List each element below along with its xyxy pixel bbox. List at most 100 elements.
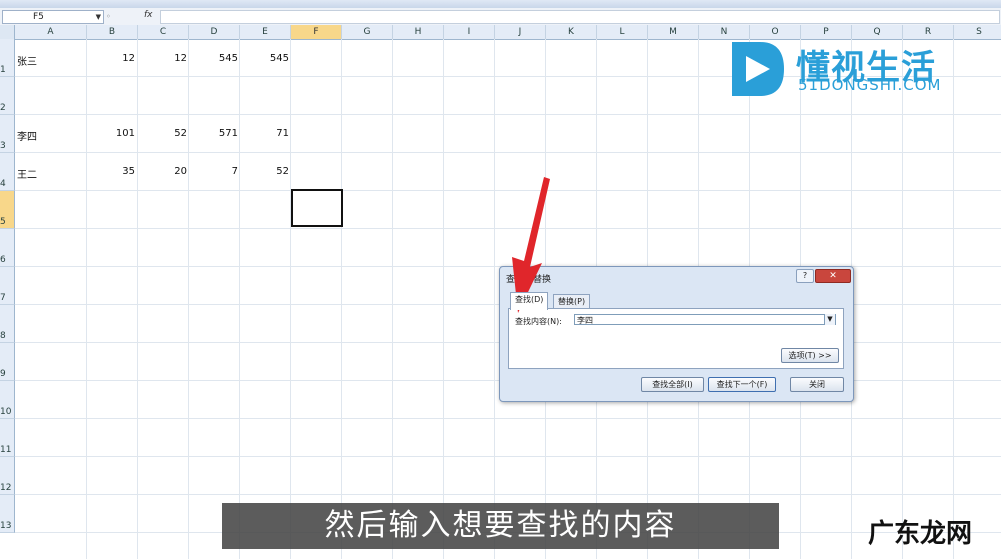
column-gridline (341, 39, 342, 559)
find-panel: 查找内容(N): 李四 ▼ 选项(T) >> (508, 308, 844, 369)
close-button[interactable]: 关闭 (790, 377, 844, 392)
row-gridline (15, 114, 1001, 115)
row-number: 9 (0, 369, 6, 379)
column-gridline (443, 39, 444, 559)
row-number: 8 (0, 331, 6, 341)
find-what-input[interactable]: 李四 ▼ (574, 314, 836, 325)
corner-brand: 广东龙网 (868, 519, 973, 549)
column-gridline (494, 39, 495, 559)
column-header-n[interactable]: N (699, 25, 750, 39)
row-number: 7 (0, 293, 6, 303)
tab-find[interactable]: 查找(D) (510, 292, 549, 310)
row-header-9[interactable]: 9 (0, 343, 15, 381)
cell-a4[interactable]: 王二 (17, 166, 37, 181)
row-number: 11 (0, 445, 12, 455)
row-number: 1 (0, 65, 6, 75)
column-header-p[interactable]: P (801, 25, 852, 39)
row-header-7[interactable]: 7 (0, 267, 15, 305)
cell-d3[interactable]: 571 (190, 128, 238, 139)
row-number: 4 (0, 179, 6, 189)
cell-c3[interactable]: 52 (139, 128, 187, 139)
column-gridline (86, 39, 87, 559)
cell-e3[interactable]: 71 (241, 128, 289, 139)
row-header-1[interactable]: 1 (0, 39, 15, 77)
column-header-c[interactable]: C (138, 25, 189, 39)
cell-b4[interactable]: 35 (87, 166, 135, 177)
row-gridline (15, 152, 1001, 153)
column-header-d[interactable]: D (189, 25, 240, 39)
chevron-down-icon[interactable]: ▼ (96, 11, 101, 23)
row-header-3[interactable]: 3 (0, 115, 15, 153)
find-what-value: 李四 (577, 316, 593, 325)
row-header-11[interactable]: 11 (0, 419, 15, 457)
row-gridline (15, 494, 1001, 495)
column-header-o[interactable]: O (750, 25, 801, 39)
row-gridline (15, 456, 1001, 457)
column-header-g[interactable]: G (342, 25, 393, 39)
column-header-l[interactable]: L (597, 25, 648, 39)
options-button[interactable]: 选项(T) >> (781, 348, 839, 363)
column-header-s[interactable]: S (954, 25, 1001, 39)
cell-b3[interactable]: 101 (87, 128, 135, 139)
row-header-4[interactable]: 4 (0, 153, 15, 191)
close-icon[interactable]: ✕ (815, 269, 851, 283)
column-header-e[interactable]: E (240, 25, 291, 39)
row-header-12[interactable]: 12 (0, 457, 15, 495)
column-header-k[interactable]: K (546, 25, 597, 39)
name-box-value: F5 (33, 12, 44, 22)
row-header-13[interactable]: 13 (0, 495, 15, 533)
row-header-10[interactable]: 10 (0, 381, 15, 419)
cell-e4[interactable]: 52 (241, 166, 289, 177)
find-what-label: 查找内容(N): (515, 317, 562, 326)
cell-a3[interactable]: 李四 (17, 128, 37, 143)
row-number: 12 (0, 483, 12, 493)
row-header-6[interactable]: 6 (0, 229, 15, 267)
select-all-corner[interactable] (0, 25, 15, 39)
column-header-a[interactable]: A (15, 25, 87, 39)
row-header-8[interactable]: 8 (0, 305, 15, 343)
row-header-5[interactable]: 5 (0, 191, 15, 229)
column-gridline (290, 39, 291, 559)
help-button[interactable]: ? (796, 269, 814, 283)
logo-subtitle: 51DONGSHI.COM (798, 76, 942, 94)
row-number: 10 (0, 407, 12, 417)
find-next-button[interactable]: 查找下一个(F) (708, 377, 776, 392)
row-number: 6 (0, 255, 6, 265)
row-header-2[interactable]: 2 (0, 77, 15, 115)
chevron-down-icon[interactable]: ▼ (824, 314, 835, 325)
column-gridline (953, 39, 954, 559)
row-number: 3 (0, 141, 6, 151)
insert-function-icon[interactable]: fx (144, 10, 153, 20)
column-header-b[interactable]: B (87, 25, 138, 39)
cell-d4[interactable]: 7 (190, 166, 238, 177)
column-header-f[interactable]: F (291, 25, 342, 39)
column-header-r[interactable]: R (903, 25, 954, 39)
cell-c4[interactable]: 20 (139, 166, 187, 177)
formula-separator: ◦ (106, 12, 111, 21)
cell-d1[interactable]: 545 (190, 53, 238, 64)
selected-cell-f5[interactable] (291, 189, 343, 227)
find-all-button[interactable]: 查找全部(I) (641, 377, 704, 392)
row-number: 2 (0, 103, 6, 113)
column-gridline (392, 39, 393, 559)
formula-bar: F5 ▼ ◦ fx (0, 8, 1001, 26)
column-gridline (902, 39, 903, 559)
name-box[interactable]: F5 ▼ (2, 10, 104, 24)
logo-play-icon (732, 42, 784, 96)
column-header-i[interactable]: I (444, 25, 495, 39)
row-number: 13 (0, 521, 12, 531)
video-subtitle: 然后输入想要查找的内容 (222, 503, 779, 549)
column-header-m[interactable]: M (648, 25, 699, 39)
column-header-row: ABCDEFGHIJKLMNOPQRS (0, 25, 1001, 40)
column-header-h[interactable]: H (393, 25, 444, 39)
column-gridline (239, 39, 240, 559)
formula-input[interactable] (160, 10, 1000, 24)
row-number: 5 (0, 217, 6, 227)
cell-e1[interactable]: 545 (241, 53, 289, 64)
column-header-q[interactable]: Q (852, 25, 903, 39)
column-header-j[interactable]: J (495, 25, 546, 39)
cell-c1[interactable]: 12 (139, 53, 187, 64)
cell-b1[interactable]: 12 (87, 53, 135, 64)
cell-a1[interactable]: 张三 (17, 53, 37, 68)
column-gridline (188, 39, 189, 559)
